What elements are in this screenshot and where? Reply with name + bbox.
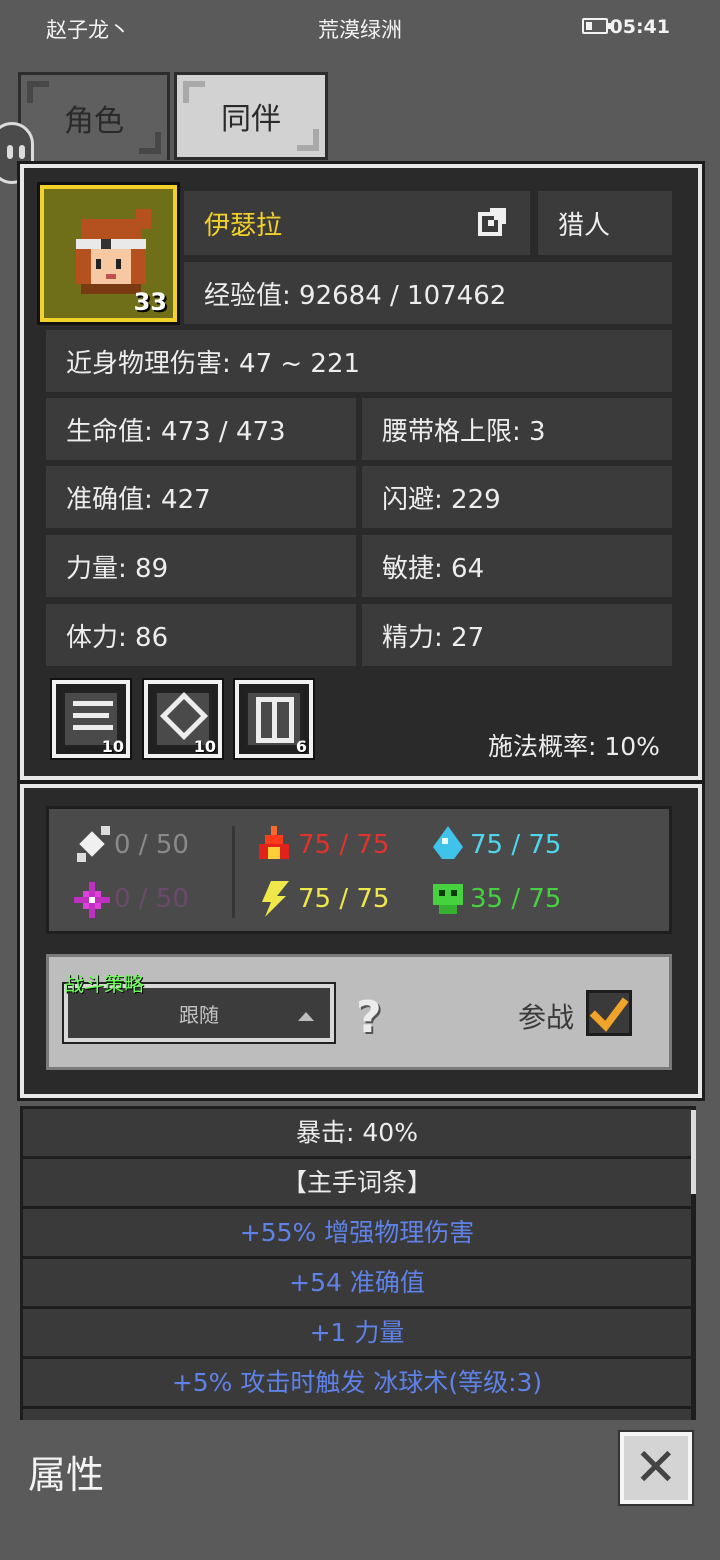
skill-book-icon	[245, 690, 303, 748]
stat-energy: 精力: 27	[362, 604, 672, 666]
stat-accuracy: 准确值: 427	[46, 466, 356, 528]
stat-hp-text: 生命值: 473 / 473	[66, 416, 286, 447]
cast-chance: 施法概率: 10%	[488, 732, 660, 761]
character-level: 33	[133, 288, 167, 316]
tab-role-label: 角色	[64, 103, 124, 139]
list-item: +55% 增强物理伤害	[23, 1209, 691, 1256]
float-eye-icon	[7, 145, 13, 159]
tab-companion-label: 同伴	[221, 102, 281, 137]
stat-accuracy-text: 准确值: 427	[66, 484, 211, 515]
edit-name-icon[interactable]	[478, 208, 506, 236]
fire-resist-icon	[259, 826, 289, 859]
physical-resist-value: 0 / 50	[114, 830, 189, 860]
join-battle-label: 参战	[518, 1001, 575, 1034]
stat-strength-text: 力量: 89	[66, 553, 169, 584]
stat-strength: 力量: 89	[46, 535, 356, 597]
skill-count: 10	[193, 737, 216, 756]
stat-energy-text: 精力: 27	[382, 622, 485, 653]
experience-text: 经验值: 92684 / 107462	[204, 280, 507, 311]
stat-belt-text: 腰带格上限: 3	[382, 416, 546, 447]
close-icon: ✕	[634, 1438, 678, 1498]
character-name-text: 伊瑟拉	[204, 210, 283, 241]
strategy-selected-value: 跟随	[179, 1002, 219, 1027]
list-item: +1 力量	[23, 1309, 691, 1356]
skill-slot-1[interactable]: 10	[50, 678, 132, 760]
tab-corner-decoration	[183, 81, 205, 103]
resistance-box	[46, 806, 672, 934]
character-class: 猎人	[538, 191, 672, 255]
tab-corner-decoration	[27, 81, 49, 103]
stat-hp: 生命值: 473 / 473	[46, 398, 356, 460]
checkmark-icon	[589, 997, 629, 1032]
affix-list[interactable]: 暴击: 40% 【主手词条】 +55% 增强物理伤害 +54 准确值 +1 力量…	[20, 1106, 696, 1420]
stat-agility: 敏捷: 64	[362, 535, 672, 597]
close-button[interactable]: ✕	[618, 1430, 694, 1506]
tab-role[interactable]: 角色	[18, 72, 170, 160]
strategy-label: 战斗策略	[64, 972, 144, 996]
cold-resist-value: 75 / 75	[470, 830, 562, 860]
character-avatar[interactable]: 33	[37, 182, 180, 325]
fire-resist-value: 75 / 75	[298, 830, 390, 860]
list-item: +54 准确值	[23, 1259, 691, 1306]
tab-corner-decoration	[139, 132, 161, 154]
chevron-up-icon	[298, 1012, 314, 1021]
poison-resist-icon	[433, 884, 463, 914]
lightning-resist-value: 75 / 75	[298, 884, 390, 914]
list-item: 暴击: 40%	[23, 1109, 691, 1156]
physical-resist-icon	[77, 826, 110, 862]
melee-damage-text: 近身物理伤害: 47 ~ 221	[66, 348, 361, 379]
poison-resist-value: 35 / 75	[470, 884, 562, 914]
stat-dodge: 闪避: 229	[362, 466, 672, 528]
skill-count: 6	[295, 737, 307, 756]
stat-stamina: 体力: 86	[46, 604, 356, 666]
lightning-resist-icon	[262, 881, 289, 917]
skill-count: 10	[101, 737, 124, 756]
magic-resist-value: 0 / 50	[114, 884, 189, 914]
stat-dodge-text: 闪避: 229	[382, 484, 501, 515]
stat-agility-text: 敏捷: 64	[382, 553, 485, 584]
list-item: 【主手词条】	[23, 1159, 691, 1206]
character-class-text: 猎人	[558, 210, 611, 241]
cold-resist-icon	[433, 826, 463, 859]
resistance-divider	[232, 826, 235, 918]
experience-row: 经验值: 92684 / 107462	[184, 262, 672, 324]
help-button[interactable]: ?	[356, 992, 382, 1043]
page-title: 属性	[28, 1453, 105, 1497]
list-scrollbar[interactable]	[691, 1110, 696, 1194]
skill-slot-3[interactable]: 6	[233, 678, 315, 760]
status-time: 05:41	[609, 16, 670, 38]
stat-stamina-text: 体力: 86	[66, 622, 169, 653]
battery-icon	[582, 18, 611, 34]
tab-corner-decoration	[297, 129, 319, 151]
melee-damage-row: 近身物理伤害: 47 ~ 221	[46, 330, 672, 392]
join-battle-checkbox[interactable]	[586, 990, 632, 1036]
float-eye-icon	[19, 145, 25, 159]
skill-slot-2[interactable]: 10	[142, 678, 224, 760]
tab-companion[interactable]: 同伴	[174, 72, 328, 160]
list-item-partial	[23, 1409, 691, 1420]
character-portrait-icon	[76, 209, 151, 294]
magic-resist-icon	[74, 882, 110, 918]
list-item: +5% 攻击时触发 冰球术(等级:3)	[23, 1359, 691, 1406]
stat-belt: 腰带格上限: 3	[362, 398, 672, 460]
